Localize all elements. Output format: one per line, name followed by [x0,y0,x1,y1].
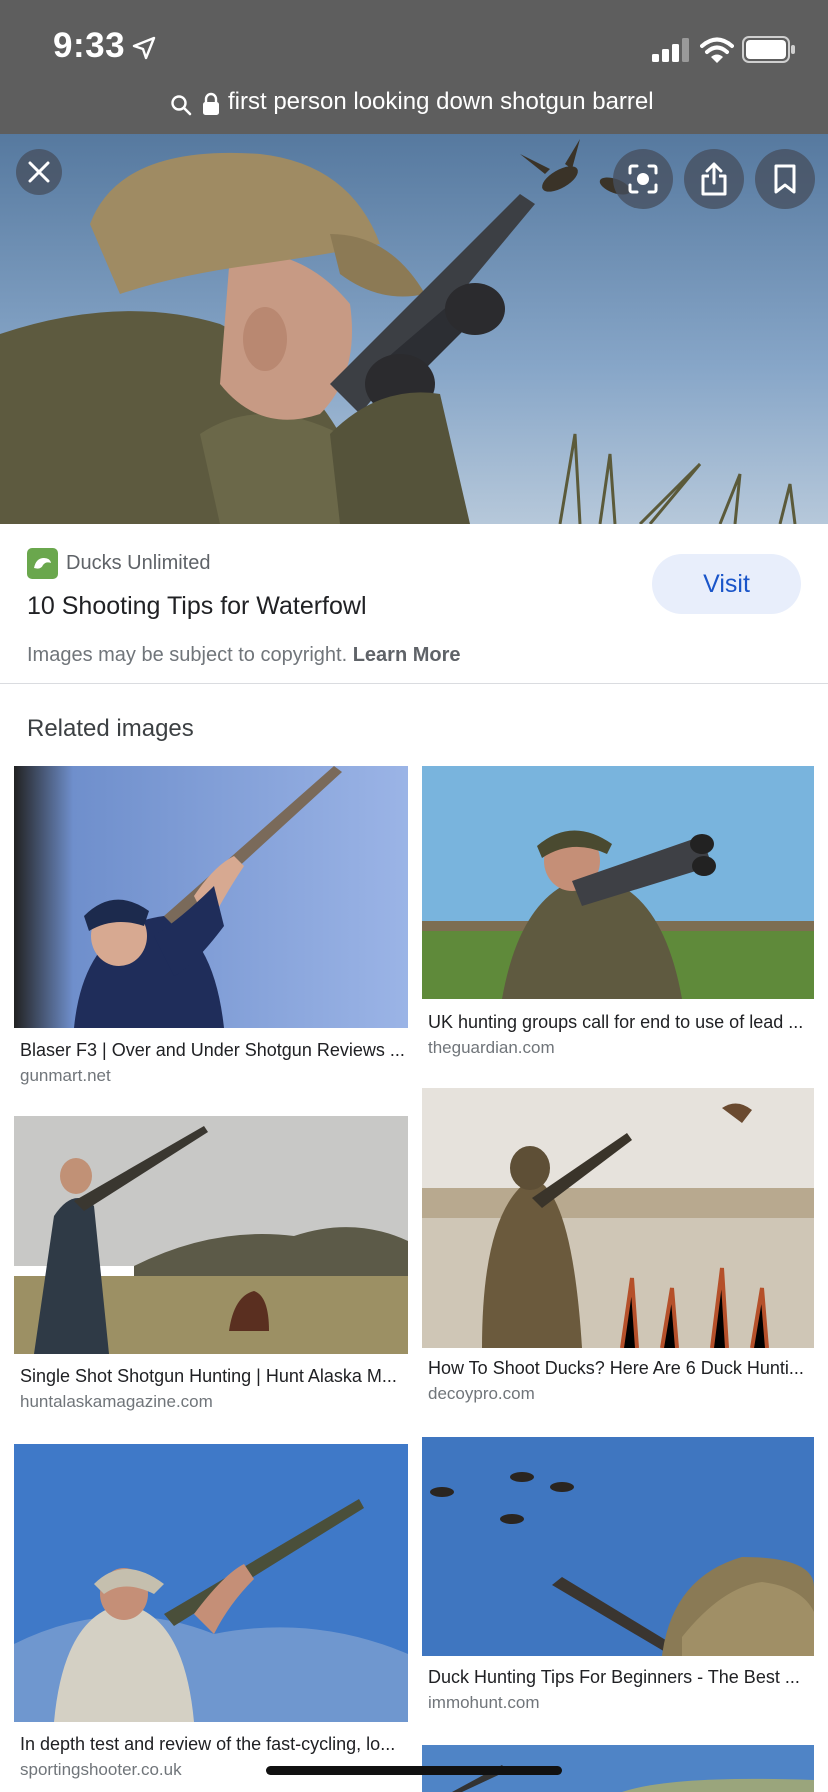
bookmark-button[interactable] [755,149,815,209]
divider [0,683,828,684]
location-arrow-icon [132,36,156,60]
related-image-thumbnail[interactable] [14,1444,408,1722]
search-query: first person looking down shotgun barrel [228,88,654,115]
related-images-heading: Related images [27,715,194,742]
related-image-domain: gunmart.net [20,1066,111,1085]
cellular-signal-icon [652,38,689,62]
hunter-with-dog-image [14,1116,408,1354]
related-image-card[interactable]: Single Shot Shotgun Hunting | Hunt Alask… [14,1116,408,1416]
search-icon [171,95,192,116]
wifi-icon [700,37,734,63]
shooter-aiming-upward-image [14,1444,408,1722]
source-name[interactable]: Ducks Unlimited [66,552,210,575]
related-image-title[interactable]: UK hunting groups call for end to use of… [428,1012,812,1033]
hunter-aiming-at-viewer-image [422,766,814,999]
learn-more-link[interactable]: Learn More [353,644,461,666]
home-indicator[interactable] [266,1766,562,1775]
related-image-card[interactable]: Duck Hunting Tips For Beginners - The Be… [422,1437,814,1717]
related-image-title[interactable]: Duck Hunting Tips For Beginners - The Be… [428,1667,812,1688]
related-image-domain: theguardian.com [428,1038,555,1057]
related-image-title[interactable]: Blaser F3 | Over and Under Shotgun Revie… [20,1040,406,1061]
camo-hunter-at-lake-image [422,1088,814,1348]
lens-button[interactable] [613,149,673,209]
related-image-card[interactable]: In depth test and review of the fast-cyc… [14,1444,408,1784]
related-image-thumbnail[interactable] [422,766,814,999]
related-image-domain: sportingshooter.co.uk [20,1760,182,1779]
related-image-title[interactable]: How To Shoot Ducks? Here Are 6 Duck Hunt… [428,1358,812,1379]
visit-button[interactable]: Visit [652,554,801,614]
share-icon [701,162,727,196]
battery-icon [742,36,795,63]
ducks-flying-over-hunter-image [422,1437,814,1656]
lens-icon [628,164,658,194]
related-image-thumbnail[interactable] [14,1116,408,1354]
main-image[interactable] [0,134,828,524]
result-title[interactable]: 10 Shooting Tips for Waterfowl [27,592,367,621]
browser-header: 9:33 first person looking down shotgun b… [0,0,828,134]
copyright-text: Images may be subject to copyright. [27,644,348,666]
related-image-title[interactable]: In depth test and review of the fast-cyc… [20,1734,406,1755]
related-image-card[interactable]: Blaser F3 | Over and Under Shotgun Revie… [14,766,408,1096]
duck-logo-icon [34,558,51,569]
copyright-notice: Images may be subject to copyright. Lear… [27,644,461,667]
related-image-title[interactable]: Single Shot Shotgun Hunting | Hunt Alask… [20,1366,406,1387]
share-button[interactable] [684,149,744,209]
related-image-card[interactable]: UK hunting groups call for end to use of… [422,766,814,1066]
related-image-thumbnail[interactable] [14,766,408,1028]
related-image-thumbnail[interactable] [422,1437,814,1656]
status-time: 9:33 [53,26,126,65]
related-image-domain: decoypro.com [428,1384,535,1403]
shooter-over-under-image [14,766,408,1028]
related-image-domain: huntalaskamagazine.com [20,1392,213,1411]
related-image-card[interactable]: How To Shoot Ducks? Here Are 6 Duck Hunt… [422,1088,814,1408]
related-image-domain: immohunt.com [428,1693,540,1712]
close-button[interactable] [16,149,62,195]
related-image-thumbnail[interactable] [422,1088,814,1348]
close-icon [28,161,50,183]
lock-icon [203,92,219,115]
address-bar[interactable]: first person looking down shotgun barrel [0,84,828,124]
bookmark-icon [774,164,796,194]
source-logo [27,548,58,579]
image-source-panel: Ducks Unlimited 10 Shooting Tips for Wat… [0,524,828,684]
